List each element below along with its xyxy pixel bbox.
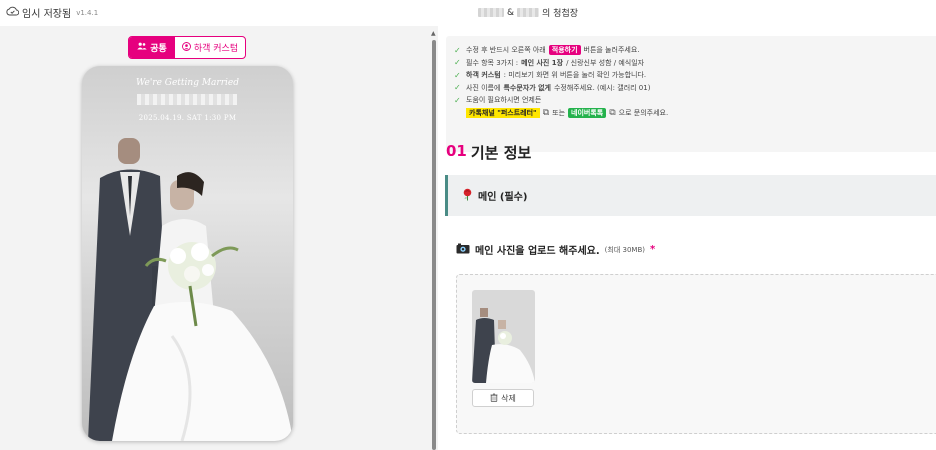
check-icon: ✓	[454, 58, 461, 68]
title-suffix: 의 청첩장	[542, 9, 579, 19]
notice-emphasis: 특수문자가 없게	[503, 83, 551, 92]
notice-text: 수정해주세요. (예시: 갤러리 01)	[553, 83, 651, 92]
tab-guest-custom-label: 하객 커스텀	[193, 44, 239, 54]
notice-text: 수정 후 반드시 오른쪽 아래	[466, 46, 546, 55]
save-status: 임시 저장됨 v1.4.1	[6, 5, 98, 20]
bride-name-redacted	[517, 8, 540, 17]
notice-emphasis: 하객 커스텀	[466, 71, 501, 80]
naver-talktalk-link[interactable]: 네이버톡톡	[568, 107, 607, 118]
cloud-check-icon	[6, 6, 20, 19]
notice-emphasis: 메인 사진 1장	[521, 58, 564, 67]
notice-text: 으로 문의주세요.	[618, 108, 669, 117]
scroll-up-arrow-icon[interactable]: ▲	[431, 30, 436, 37]
notice-text: : 미리보기 화면 위 버튼을 눌러 확인 가능합니다.	[503, 71, 647, 80]
user-circle-icon	[181, 41, 191, 54]
notice-line: ✓ 필수 항목 3가지 : 메인 사진 1장 / 신랑신부 성함 / 예식일자	[454, 57, 936, 70]
check-icon: ✓	[454, 45, 461, 55]
document-title: & 의 청첩장	[478, 6, 578, 19]
upload-size-hint: (최대 30MB)	[604, 245, 645, 254]
tab-guest-custom[interactable]: 하객 커스텀	[175, 37, 245, 58]
tab-common-label: 공통	[150, 44, 167, 54]
top-bar: 임시 저장됨 v1.4.1 & 의 청첩장	[0, 0, 936, 26]
group-icon	[137, 42, 147, 53]
upload-label: 메인 사진을 업로드 해주세요. (최대 30MB) *	[456, 242, 655, 257]
notice-text: 사진 이름에	[466, 83, 501, 92]
external-link-icon[interactable]: ⧉	[543, 108, 549, 118]
couple-photo	[88, 138, 293, 441]
save-status-text: 임시 저장됨	[22, 9, 72, 20]
invite-heading: We're Getting Married	[135, 78, 239, 88]
upload-label-text: 메인 사진을 업로드 해주세요.	[475, 246, 600, 257]
external-link-icon[interactable]: ⧉	[609, 108, 615, 118]
kakao-channel-link[interactable]: 카톡채널 "퍼스트레터"	[466, 107, 540, 118]
tab-common[interactable]: 공통	[129, 37, 175, 58]
notice-text: / 신랑신부 성함 / 예식일자	[566, 58, 645, 67]
check-icon: ✓	[454, 83, 461, 93]
event-date: 2025.04.19. SAT 1:30 PM	[138, 114, 237, 122]
delete-photo-button[interactable]: 삭제	[472, 389, 534, 407]
photo-upload-dropzone[interactable]: 삭제	[456, 274, 936, 434]
uploaded-photo-thumbnail	[472, 290, 535, 383]
trash-icon	[490, 393, 498, 404]
notice-contact-line: 카톡채널 "퍼스트레터" ⧉ 또는 네이버톡톡 ⧉ 으로 문의주세요.	[454, 107, 936, 120]
section-title-text: 기본 정보	[470, 144, 532, 162]
notice-line: ✓ 도움이 필요하시면 언제든	[454, 94, 936, 107]
section-number: 01	[446, 142, 467, 160]
notice-text: 도움이 필요하시면 언제든	[466, 96, 542, 105]
notice-text: 필수 항목 3가지 :	[466, 58, 519, 67]
editor-panel: ✓ 수정 후 반드시 오른쪽 아래 적용하기 버튼을 눌러주세요. ✓ 필수 항…	[440, 26, 936, 450]
section-title: 01 기본 정보	[446, 142, 531, 163]
version-label: v1.4.1	[76, 8, 99, 17]
couple-names-redacted	[137, 94, 237, 105]
notice-text: 버튼을 눌러주세요.	[583, 46, 640, 55]
invitation-preview: We're Getting Married 2025.04.19. SAT 1:…	[82, 66, 293, 441]
required-mark: *	[649, 244, 656, 255]
check-icon: ✓	[454, 95, 461, 105]
preview-tab-group: 공통 하객 커스텀	[128, 36, 246, 59]
apply-chip: 적용하기	[548, 45, 581, 56]
groom-name-redacted	[478, 8, 504, 17]
notice-box: ✓ 수정 후 반드시 오른쪽 아래 적용하기 버튼을 눌러주세요. ✓ 필수 항…	[446, 36, 936, 152]
preview-panel: 공통 하객 커스텀 We're Getting Married 2025.04.…	[0, 26, 430, 450]
notice-line: ✓ 수정 후 반드시 오른쪽 아래 적용하기 버튼을 눌러주세요.	[454, 44, 936, 57]
notice-text: 또는	[552, 108, 566, 117]
rose-icon	[462, 188, 473, 204]
scrollbar[interactable]	[432, 40, 436, 450]
delete-label: 삭제	[501, 393, 516, 403]
camera-icon	[456, 243, 470, 257]
check-icon: ✓	[454, 70, 461, 80]
subsection-title: 메인 (필수)	[478, 192, 528, 203]
subsection-header[interactable]: 메인 (필수)	[445, 175, 936, 216]
title-connector: &	[507, 7, 515, 18]
notice-line: ✓ 사진 이름에 특수문자가 없게 수정해주세요. (예시: 갤러리 01)	[454, 82, 936, 95]
notice-line: ✓ 하객 커스텀 : 미리보기 화면 위 버튼을 눌러 확인 가능합니다.	[454, 69, 936, 82]
